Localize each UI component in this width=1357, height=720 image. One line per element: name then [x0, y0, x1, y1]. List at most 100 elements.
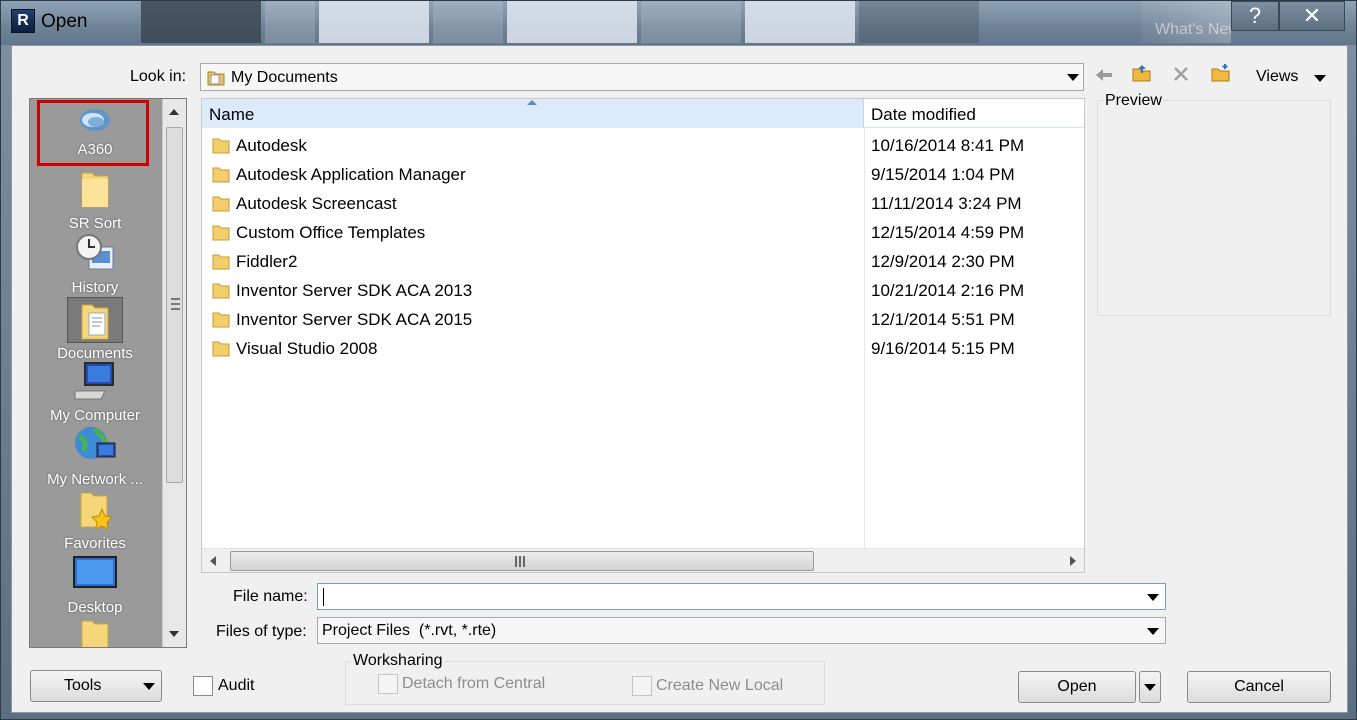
sort-ascending-icon	[527, 100, 537, 105]
place-sr-sort[interactable]: SR Sort	[30, 169, 160, 232]
close-button[interactable]: ✕	[1279, 1, 1345, 31]
scroll-down-icon[interactable]	[169, 631, 179, 637]
revit-app-icon: R	[11, 9, 35, 33]
place-label: SR Sort	[68, 215, 122, 232]
text-caret	[323, 588, 324, 606]
place-label: Documents	[57, 345, 133, 362]
file-name: Autodesk Application Manager	[236, 165, 466, 184]
place-label: History	[71, 279, 119, 296]
places-scroll-thumb[interactable]	[166, 127, 183, 483]
cancel-button[interactable]: Cancel	[1187, 671, 1331, 703]
place-documents[interactable]: Documents	[30, 297, 160, 362]
help-button[interactable]: ?	[1231, 1, 1279, 31]
file-date: 12/1/2014 5:51 PM	[871, 310, 1015, 329]
folder-icon	[212, 223, 230, 246]
place-favorites[interactable]: Favorites	[30, 489, 160, 552]
chevron-down-icon[interactable]	[1147, 594, 1159, 601]
open-options-button[interactable]	[1139, 671, 1161, 703]
preview-pane	[1097, 100, 1331, 316]
history-icon	[30, 233, 160, 277]
views-chevron-down-icon[interactable]	[1314, 75, 1326, 82]
places-bar: A360 SR Sort History Documents My Comput…	[29, 98, 187, 648]
create-new-local-label: Create New Local	[656, 677, 784, 694]
folder-icon	[212, 252, 230, 275]
file-row[interactable]: Inventor Server SDK ACA 2013 10/21/2014 …	[202, 276, 1084, 305]
file-row[interactable]: Visual Studio 2008 9/16/2014 5:15 PM	[202, 334, 1084, 363]
up-folder-icon[interactable]	[1130, 64, 1154, 88]
views-menu-button[interactable]: Views	[1256, 68, 1298, 86]
chevron-down-icon	[1067, 74, 1079, 81]
dialog-window: R Open What's New? ? ✕ Look in: My Docum…	[0, 0, 1357, 720]
chevron-down-icon	[1147, 628, 1159, 635]
cancel-label: Cancel	[1234, 678, 1284, 695]
scroll-up-icon[interactable]	[169, 109, 179, 115]
scroll-left-icon[interactable]	[210, 556, 216, 566]
place-label: Desktop	[67, 599, 123, 616]
look-in-dropdown[interactable]: My Documents	[200, 63, 1084, 91]
desktop-icon	[30, 553, 160, 597]
file-row[interactable]: Autodesk 10/16/2014 8:41 PM	[202, 131, 1084, 160]
detach-from-central-checkbox[interactable]	[378, 674, 398, 694]
folder-icon	[212, 165, 230, 188]
delete-icon[interactable]	[1169, 64, 1193, 88]
folder-icon	[212, 136, 230, 159]
folder-icon	[212, 194, 230, 217]
place-history[interactable]: History	[30, 233, 160, 296]
file-row[interactable]: Fiddler2 12/9/2014 2:30 PM	[202, 247, 1084, 276]
scroll-right-icon[interactable]	[1070, 556, 1076, 566]
open-button[interactable]: Open	[1018, 671, 1136, 703]
detach-from-central-label: Detach from Central	[402, 675, 546, 692]
file-list: Name Date modified Autodesk 10/16/2014 8…	[201, 98, 1085, 573]
title-bar[interactable]: R Open What's New? ? ✕	[1, 1, 1356, 45]
file-date: 9/15/2014 1:04 PM	[871, 165, 1015, 184]
place-my-computer[interactable]: My Computer	[30, 361, 160, 424]
preview-label: Preview	[1104, 92, 1163, 110]
place-my-network[interactable]: My Network ...	[30, 425, 160, 488]
places-scrollbar[interactable]	[162, 99, 186, 647]
file-date: 11/11/2014 3:24 PM	[871, 194, 1022, 213]
documents-folder-icon	[207, 69, 225, 91]
file-row[interactable]: Inventor Server SDK ACA 2015 12/1/2014 5…	[202, 305, 1084, 334]
look-in-label: Look in:	[130, 68, 187, 85]
favorites-icon	[30, 489, 160, 533]
place-label: Favorites	[64, 535, 126, 552]
documents-icon	[67, 297, 123, 343]
create-new-local-checkbox[interactable]	[632, 676, 652, 696]
folder-icon	[212, 281, 230, 304]
place-label: My Network ...	[47, 471, 143, 488]
file-row[interactable]: Autodesk Screencast 11/11/2014 3:24 PM	[202, 189, 1084, 218]
place-desktop[interactable]: Desktop	[30, 553, 160, 616]
file-name: Fiddler2	[236, 252, 298, 271]
file-row[interactable]: Custom Office Templates 12/15/2014 4:59 …	[202, 218, 1084, 247]
file-name: Custom Office Templates	[236, 223, 426, 242]
new-folder-icon[interactable]	[1209, 64, 1233, 88]
background-whats-new-text: What's New?	[1141, 1, 1231, 43]
network-icon	[30, 425, 160, 469]
file-name: Inventor Server SDK ACA 2015	[236, 310, 473, 329]
file-row[interactable]: Autodesk Application Manager 9/15/2014 1…	[202, 160, 1084, 189]
file-date: 12/9/2014 2:30 PM	[871, 252, 1015, 271]
files-of-type-dropdown[interactable]: Project Files (*.rvt, *.rte)	[317, 617, 1166, 644]
folder-icon	[212, 310, 230, 333]
horizontal-scrollbar[interactable]	[202, 548, 1084, 572]
file-name-input[interactable]	[317, 583, 1166, 610]
folder-icon	[30, 617, 160, 647]
file-date: 9/16/2014 5:15 PM	[871, 339, 1015, 358]
horizontal-scroll-thumb[interactable]	[230, 551, 814, 571]
window-title: Open	[41, 11, 88, 32]
place-more-folder[interactable]	[30, 617, 160, 647]
column-header-date-modified[interactable]: Date modified	[865, 99, 1084, 128]
file-name-label: File name:	[233, 588, 308, 605]
computer-icon	[30, 361, 160, 405]
file-name: Visual Studio 2008	[236, 339, 378, 358]
back-arrow-icon[interactable]	[1092, 64, 1116, 88]
open-label: Open	[1057, 678, 1097, 695]
place-label: My Computer	[49, 407, 141, 424]
tools-button[interactable]: Tools	[30, 670, 162, 702]
folder-icon	[30, 169, 160, 213]
chevron-down-icon	[1144, 684, 1156, 691]
worksharing-label: Worksharing	[351, 652, 445, 670]
files-of-type-label: Files of type:	[216, 623, 307, 640]
audit-checkbox[interactable]	[193, 676, 213, 696]
column-header-name[interactable]: Name	[202, 99, 864, 128]
